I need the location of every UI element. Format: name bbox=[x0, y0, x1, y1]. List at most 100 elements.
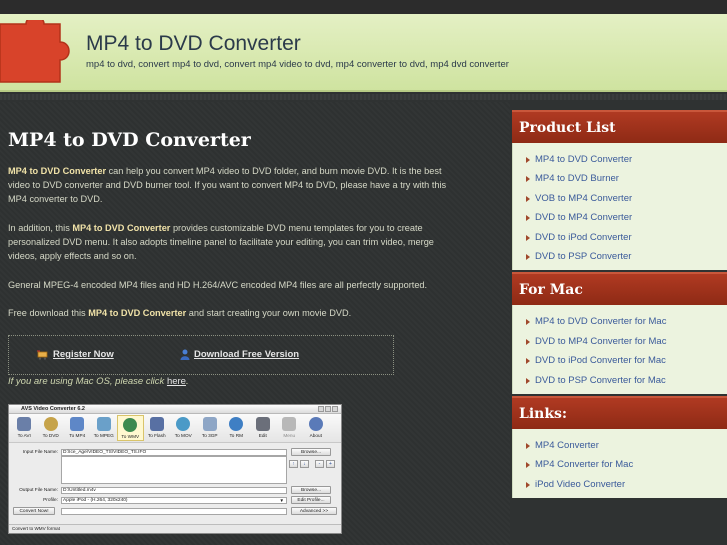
sidebar-item-dvd-to-psp-mac[interactable]: DVD to PSP Converter for Mac bbox=[513, 371, 727, 390]
sidebar-item-dvd-to-ipod-converter[interactable]: DVD to iPod Converter bbox=[513, 228, 727, 247]
output-file-label: Output File Name: bbox=[19, 488, 58, 493]
tool-to-mov[interactable]: To MOV bbox=[170, 415, 197, 441]
tool-to-flash[interactable]: To Flash bbox=[144, 415, 171, 441]
sidebar-item-mp4-converter-mac[interactable]: MP4 Converter for Mac bbox=[513, 455, 727, 474]
support-paragraph: General MPEG-4 encoded MP4 files and HD … bbox=[8, 280, 428, 290]
tool-to-mpeg[interactable]: To MPEG bbox=[91, 415, 118, 441]
sidebar-item-dvd-to-psp-converter[interactable]: DVD to PSP Converter bbox=[513, 247, 727, 266]
register-now-label: Register Now bbox=[53, 349, 114, 360]
edit-profile-button[interactable]: Edit Profile... bbox=[291, 496, 331, 504]
browse-output-button[interactable]: Browse... bbox=[291, 486, 331, 494]
tool-menu[interactable]: Menu bbox=[276, 415, 303, 441]
sidebar-item-label: DVD to PSP Converter bbox=[535, 250, 632, 262]
tool-to-rm[interactable]: To RM bbox=[223, 415, 250, 441]
mpeg-icon bbox=[96, 417, 111, 431]
sidebar-item-label: MP4 to DVD Converter for Mac bbox=[535, 316, 667, 328]
main-content: MP4 to DVD Converter MP4 to DVD Converte… bbox=[0, 102, 510, 545]
sidebar-item-mp4-converter[interactable]: MP4 Converter bbox=[513, 436, 727, 455]
status-text: Convert to WMV format bbox=[12, 526, 60, 531]
maximize-icon[interactable] bbox=[325, 406, 331, 412]
remove-file-button[interactable]: - bbox=[315, 460, 324, 468]
tool-edit[interactable]: Edit bbox=[250, 415, 277, 441]
output-file-field[interactable]: D:\Untitled.m4v bbox=[61, 487, 287, 494]
download-pre: Free download this bbox=[8, 308, 89, 318]
mac-note-period: . bbox=[185, 376, 189, 387]
top-bar bbox=[0, 0, 727, 14]
tool-label: To WMV bbox=[121, 434, 140, 439]
chevron-down-icon: ▼ bbox=[279, 498, 284, 503]
sidebar-item-vob-to-mp4-converter[interactable]: VOB to MP4 Converter bbox=[513, 189, 727, 208]
minimize-icon[interactable] bbox=[318, 406, 324, 412]
profile-select[interactable]: Apple iPod - (H.264, 320x240) ▼ bbox=[61, 497, 287, 504]
sidebar-item-label: MP4 to DVD Burner bbox=[535, 173, 619, 185]
input-file-field[interactable]: D:\Ice_Age\VIDEO_TS\VIDEO_TS.IFO bbox=[61, 449, 287, 456]
shopping-cart-icon bbox=[37, 350, 48, 360]
sidebar-item-mp4-to-dvd-converter[interactable]: MP4 to DVD Converter bbox=[513, 150, 727, 169]
download-free-link[interactable]: Download Free Version bbox=[180, 349, 299, 360]
tool-label: To DVD bbox=[42, 433, 59, 438]
puzzle-logo-icon bbox=[0, 20, 70, 83]
sidebar-item-label: VOB to MP4 Converter bbox=[535, 192, 633, 204]
product-name-bold: MP4 to DVD Converter bbox=[8, 166, 107, 176]
app-toolbar: To AVI To DVD To MP4 To MPEG To WMV To F… bbox=[9, 414, 341, 443]
close-icon[interactable] bbox=[332, 406, 338, 412]
menu-icon bbox=[282, 417, 297, 431]
rm-icon bbox=[229, 417, 244, 431]
tool-label: Menu bbox=[283, 433, 296, 438]
move-up-button[interactable]: ↑ bbox=[289, 460, 298, 468]
tool-to-avi[interactable]: To AVI bbox=[11, 415, 38, 441]
tool-to-mp4[interactable]: To MP4 bbox=[64, 415, 91, 441]
sidebar-item-ipod-video-converter[interactable]: iPod Video Converter bbox=[513, 475, 727, 494]
profile-label: Profile: bbox=[43, 498, 58, 503]
tool-label: About bbox=[309, 433, 322, 438]
mov-icon bbox=[176, 417, 191, 431]
sidebar-item-dvd-to-mp4-mac[interactable]: DVD to MP4 Converter for Mac bbox=[513, 332, 727, 351]
product-name-bold: MP4 to DVD Converter bbox=[88, 308, 187, 318]
sidebar-item-dvd-to-mp4-converter[interactable]: DVD to MP4 Converter bbox=[513, 208, 727, 227]
input-file-row: Input File Name: D:\Ice_Age\VIDEO_TS\VID… bbox=[13, 449, 287, 456]
advanced-button[interactable]: Advanced >> bbox=[291, 507, 337, 515]
add-file-button[interactable]: + bbox=[326, 460, 335, 468]
sidebar-item-label: MP4 to DVD Converter bbox=[535, 154, 633, 165]
input-file-label: Input File Name: bbox=[22, 450, 58, 455]
input-file-list[interactable] bbox=[61, 456, 287, 484]
profile-value: Apple iPod - (H.264, 320x240) bbox=[63, 498, 128, 503]
features-pre: In addition, this bbox=[8, 223, 73, 233]
download-free-label: Download Free Version bbox=[194, 349, 300, 360]
site-title: MP4 to DVD Converter bbox=[86, 32, 301, 55]
product-name-bold: MP4 to DVD Converter bbox=[72, 223, 171, 233]
tool-to-wmv[interactable]: To WMV bbox=[117, 415, 144, 441]
tool-to-dvd[interactable]: To DVD bbox=[38, 415, 65, 441]
mp4-icon bbox=[70, 417, 85, 431]
browse-input-button[interactable]: Browse... bbox=[291, 448, 331, 456]
tool-label: To MOV bbox=[174, 433, 192, 438]
sidebar-item-label: DVD to MP4 Converter bbox=[535, 212, 633, 224]
site-header: MP4 to DVD Converter mp4 to dvd, convert… bbox=[0, 14, 727, 92]
sidebar-item-mp4-to-dvd-burner[interactable]: MP4 to DVD Burner bbox=[513, 169, 727, 188]
3gp-icon bbox=[202, 417, 217, 431]
flash-icon bbox=[149, 417, 164, 431]
move-down-button[interactable]: ↓ bbox=[300, 460, 309, 468]
app-screenshot: AVS Video Converter 6.2 To AVI To DVD To… bbox=[8, 404, 342, 534]
sidebar-item-dvd-to-ipod-mac[interactable]: DVD to iPod Converter for Mac bbox=[513, 351, 727, 370]
tool-to-3gp[interactable]: To 3GP bbox=[197, 415, 224, 441]
sidebar-item-label: DVD to PSP Converter for Mac bbox=[535, 374, 666, 386]
register-now-link[interactable]: Register Now bbox=[37, 349, 114, 360]
sidebar: Product List MP4 to DVD Converter MP4 to… bbox=[512, 110, 727, 499]
wmv-icon bbox=[123, 418, 138, 432]
mac-note: If you are using Mac OS, please click he… bbox=[8, 376, 189, 387]
sidebar-item-mp4-to-dvd-mac[interactable]: MP4 to DVD Converter for Mac bbox=[513, 312, 727, 331]
tool-label: To 3GP bbox=[201, 433, 218, 438]
window-controls bbox=[318, 406, 338, 412]
download-user-icon bbox=[180, 349, 190, 360]
sidebar-item-label: DVD to MP4 Converter for Mac bbox=[535, 335, 667, 347]
mac-here-link[interactable]: here bbox=[167, 376, 186, 387]
sidebar-item-label: DVD to iPod Converter for Mac bbox=[535, 355, 666, 367]
links-heading: Links: bbox=[512, 395, 727, 429]
tool-about[interactable]: About bbox=[303, 415, 330, 441]
sidebar-item-label: iPod Video Converter bbox=[535, 478, 626, 490]
convert-now-button[interactable]: Convert Now! bbox=[13, 507, 55, 515]
avi-icon bbox=[17, 417, 32, 431]
app-status-bar: Convert to WMV format bbox=[9, 524, 341, 533]
output-file-row: Output File Name: D:\Untitled.m4v bbox=[13, 487, 287, 494]
